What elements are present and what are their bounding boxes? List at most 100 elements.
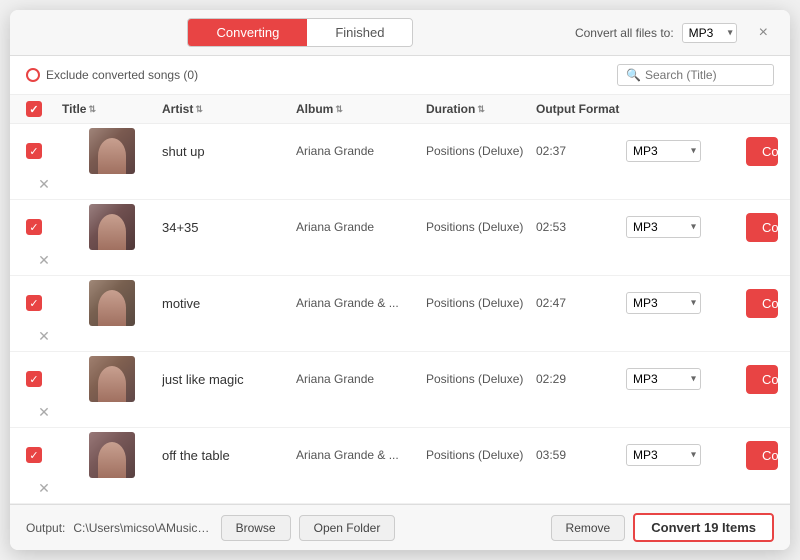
exclude-area: Exclude converted songs (0): [26, 68, 198, 82]
col-header-duration[interactable]: Duration ⇅: [426, 102, 536, 116]
row-checkbox-cell: [26, 219, 62, 235]
thumbnail-face: [98, 214, 126, 250]
thumbnail-container: [62, 356, 162, 402]
sort-arrows-album: ⇅: [335, 104, 343, 115]
album-name: Positions (Deluxe): [426, 220, 536, 234]
table-row: off the table Ariana Grande & ... Positi…: [10, 428, 790, 504]
table-body: shut up Ariana Grande Positions (Deluxe)…: [10, 124, 790, 504]
tab-converting[interactable]: Converting: [188, 19, 307, 46]
sort-arrows-artist: ⇅: [195, 104, 203, 115]
header-checkbox[interactable]: [26, 101, 42, 117]
album-name: Positions (Deluxe): [426, 144, 536, 158]
convert-all-label: Convert all files to:: [575, 26, 674, 40]
album-name: Positions (Deluxe): [426, 372, 536, 386]
row-checkbox[interactable]: [26, 447, 42, 463]
browse-button[interactable]: Browse: [221, 515, 291, 541]
album-name: Positions (Deluxe): [426, 296, 536, 310]
main-window: Converting Finished Convert all files to…: [10, 10, 790, 550]
song-title: 34+35: [162, 220, 296, 235]
artist-name: Ariana Grande & ...: [296, 448, 426, 462]
thumbnail-container: [62, 280, 162, 326]
delete-row-button[interactable]: ✕: [26, 478, 62, 499]
artist-name: Ariana Grande: [296, 372, 426, 386]
convert-all-format-select[interactable]: MP3 AAC FLAC: [682, 23, 737, 43]
exclude-label: Exclude converted songs (0): [46, 68, 198, 82]
format-select[interactable]: MP3 AAC FLAC WAV: [626, 292, 701, 314]
delete-row-button[interactable]: ✕: [26, 174, 62, 195]
format-select[interactable]: MP3 AAC FLAC WAV: [626, 140, 701, 162]
format-cell: MP3 AAC FLAC WAV: [626, 292, 746, 314]
convert-button[interactable]: Convert: [746, 137, 778, 166]
table-row: just like magic Ariana Grande Positions …: [10, 352, 790, 428]
tab-finished[interactable]: Finished: [307, 19, 412, 46]
convert-all-items-button[interactable]: Convert 19 Items: [633, 513, 774, 542]
col-header-title[interactable]: Title ⇅: [62, 102, 162, 116]
thumbnail: [89, 432, 135, 478]
close-button[interactable]: ×: [753, 22, 774, 44]
format-select-wrapper: MP3 AAC FLAC WAV: [626, 292, 701, 314]
thumbnail: [89, 280, 135, 326]
toolbar: Exclude converted songs (0) 🔍: [10, 56, 790, 95]
col-header-artist[interactable]: Artist ⇅: [162, 102, 296, 116]
output-path: C:\Users\micso\AMusicSoft ...: [73, 521, 212, 535]
table-header: Title ⇅ Artist ⇅ Album ⇅ Duration ⇅ Outp…: [10, 95, 790, 124]
format-select-wrapper: MP3 AAC FLAC WAV: [626, 368, 701, 390]
format-select[interactable]: MP3 AAC FLAC WAV: [626, 216, 701, 238]
artist-name: Ariana Grande: [296, 220, 426, 234]
format-select-wrapper: MP3 AAC FLAC WAV: [626, 140, 701, 162]
search-area: 🔍: [617, 64, 774, 86]
search-icon: 🔍: [626, 68, 641, 82]
col-header-album[interactable]: Album ⇅: [296, 102, 426, 116]
duration: 02:29: [536, 372, 626, 386]
row-checkbox-cell: [26, 295, 62, 311]
format-cell: MP3 AAC FLAC WAV: [626, 140, 746, 162]
thumbnail-face: [98, 366, 126, 402]
circle-icon: [26, 68, 40, 82]
delete-row-button[interactable]: ✕: [26, 326, 62, 347]
sort-arrows-title: ⇅: [88, 104, 96, 115]
format-select-wrapper: MP3 AAC FLAC WAV: [626, 444, 701, 466]
row-checkbox[interactable]: [26, 219, 42, 235]
thumbnail-container: [62, 432, 162, 478]
open-folder-button[interactable]: Open Folder: [299, 515, 396, 541]
delete-row-button[interactable]: ✕: [26, 250, 62, 271]
row-checkbox-cell: [26, 371, 62, 387]
convert-button[interactable]: Convert: [746, 213, 778, 242]
convert-button[interactable]: Convert: [746, 441, 778, 470]
table-row: shut up Ariana Grande Positions (Deluxe)…: [10, 124, 790, 200]
remove-button[interactable]: Remove: [551, 515, 626, 541]
table-row: 34+35 Ariana Grande Positions (Deluxe) 0…: [10, 200, 790, 276]
row-checkbox[interactable]: [26, 295, 42, 311]
sort-arrows-duration: ⇅: [477, 104, 485, 115]
song-title: shut up: [162, 144, 296, 159]
header: Converting Finished Convert all files to…: [10, 10, 790, 56]
thumbnail-container: [62, 204, 162, 250]
footer: Output: C:\Users\micso\AMusicSoft ... Br…: [10, 504, 790, 550]
format-select[interactable]: MP3 AAC FLAC WAV: [626, 368, 701, 390]
thumbnail-container: [62, 128, 162, 174]
song-title: off the table: [162, 448, 296, 463]
duration: 02:53: [536, 220, 626, 234]
thumbnail-face: [98, 442, 126, 478]
format-cell: MP3 AAC FLAC WAV: [626, 368, 746, 390]
output-label: Output:: [26, 521, 65, 535]
convert-button[interactable]: Convert: [746, 289, 778, 318]
album-name: Positions (Deluxe): [426, 448, 536, 462]
format-select[interactable]: MP3 AAC FLAC WAV: [626, 444, 701, 466]
song-title: just like magic: [162, 372, 296, 387]
tab-group: Converting Finished: [187, 18, 413, 47]
table-row: motive Ariana Grande & ... Positions (De…: [10, 276, 790, 352]
search-input[interactable]: [645, 68, 765, 82]
row-checkbox-cell: [26, 143, 62, 159]
duration: 03:59: [536, 448, 626, 462]
delete-row-button[interactable]: ✕: [26, 402, 62, 423]
row-checkbox[interactable]: [26, 143, 42, 159]
artist-name: Ariana Grande & ...: [296, 296, 426, 310]
row-checkbox[interactable]: [26, 371, 42, 387]
row-checkbox-cell: [26, 447, 62, 463]
thumbnail: [89, 356, 135, 402]
song-title: motive: [162, 296, 296, 311]
convert-button[interactable]: Convert: [746, 365, 778, 394]
convert-all-format-wrapper: MP3 AAC FLAC: [682, 23, 737, 43]
thumbnail-face: [98, 290, 126, 326]
